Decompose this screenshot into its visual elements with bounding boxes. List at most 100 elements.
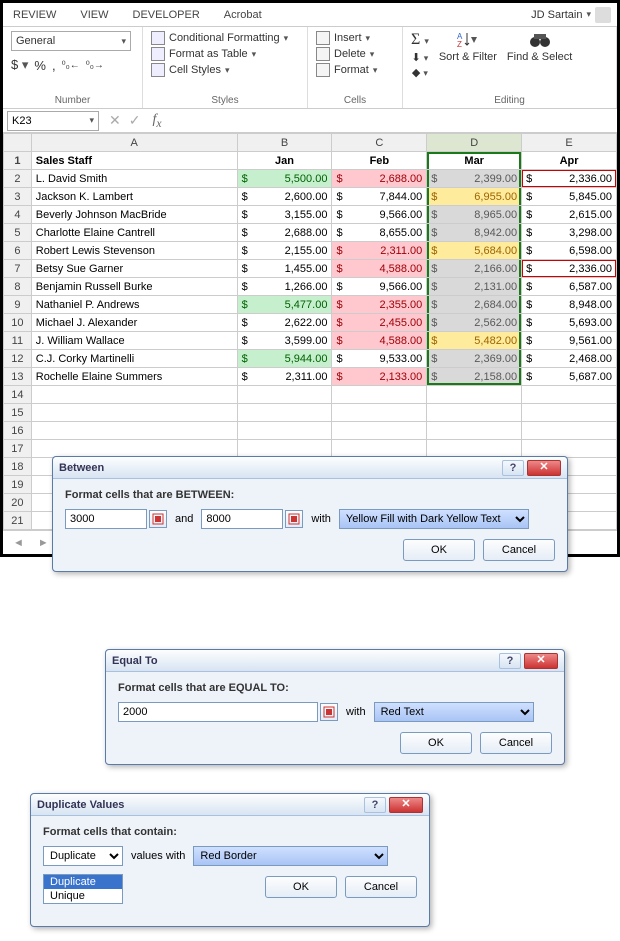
decrease-decimal-button[interactable]: ⁰₀→	[86, 60, 104, 71]
autosum-button[interactable]: Σ ▾	[411, 31, 429, 49]
ribbon-tab-review[interactable]: REVIEW	[9, 5, 60, 25]
format-dropdown[interactable]: Red Border	[193, 846, 388, 866]
ok-button[interactable]: OK	[403, 539, 475, 561]
between-upper-input[interactable]	[201, 509, 283, 529]
cell[interactable]: $2,133.00	[332, 368, 427, 386]
row-header[interactable]: 4	[4, 206, 32, 224]
find-select-button[interactable]: Find & Select	[507, 31, 572, 63]
cell[interactable]: $9,566.00	[332, 206, 427, 224]
sort-filter-button[interactable]: AZ Sort & Filter	[439, 31, 497, 63]
cell[interactable]: Charlotte Elaine Cantrell	[31, 224, 237, 242]
ribbon-tab-acrobat[interactable]: Acrobat	[220, 5, 266, 25]
cell[interactable]: Jan	[237, 152, 332, 170]
list-item[interactable]: Duplicate	[44, 875, 122, 889]
cell[interactable]: $5,693.00	[522, 314, 617, 332]
cell[interactable]: $8,965.00	[427, 206, 522, 224]
cell[interactable]: $5,944.00	[237, 350, 332, 368]
cancel-button[interactable]: Cancel	[480, 732, 552, 754]
enter-formula-icon[interactable]: ✓	[129, 112, 141, 129]
row-header[interactable]: 13	[4, 368, 32, 386]
cell[interactable]: $5,687.00	[522, 368, 617, 386]
user-menu[interactable]: JD Sartain ▾	[531, 7, 611, 23]
col-header-e[interactable]: E	[522, 134, 617, 152]
row-header[interactable]: 7	[4, 260, 32, 278]
range-picker-icon[interactable]	[149, 510, 167, 528]
cell[interactable]: $4,588.00	[332, 332, 427, 350]
cancel-formula-icon[interactable]: ✕	[109, 112, 121, 129]
cell[interactable]: C.J. Corky Martinelli	[31, 350, 237, 368]
select-all-corner[interactable]	[4, 134, 32, 152]
cell[interactable]: Sales Staff	[31, 152, 237, 170]
cell[interactable]: $3,298.00	[522, 224, 617, 242]
cell[interactable]: $6,955.00	[427, 188, 522, 206]
cell[interactable]: $2,311.00	[332, 242, 427, 260]
ribbon-tab-developer[interactable]: DEVELOPER	[129, 5, 204, 25]
cell[interactable]: $2,155.00	[237, 242, 332, 260]
clear-button[interactable]: ◆ ▾	[412, 66, 428, 79]
format-dropdown[interactable]: Red Text	[374, 702, 534, 722]
cell[interactable]: $6,587.00	[522, 278, 617, 296]
close-button[interactable]: ✕	[524, 653, 558, 669]
help-button[interactable]: ?	[364, 797, 386, 813]
row-header[interactable]: 3	[4, 188, 32, 206]
cell[interactable]: $8,948.00	[522, 296, 617, 314]
cell[interactable]: $9,533.00	[332, 350, 427, 368]
range-picker-icon[interactable]	[285, 510, 303, 528]
cell[interactable]: J. William Wallace	[31, 332, 237, 350]
cell[interactable]: $5,500.00	[237, 170, 332, 188]
row-header[interactable]: 14	[4, 386, 32, 404]
cell[interactable]: $2,455.00	[332, 314, 427, 332]
cell[interactable]: Rochelle Elaine Summers	[31, 368, 237, 386]
duplicate-type-dropdown[interactable]: Duplicate	[43, 846, 123, 866]
cell[interactable]: $9,561.00	[522, 332, 617, 350]
close-button[interactable]: ✕	[389, 797, 423, 813]
cell[interactable]: $5,845.00	[522, 188, 617, 206]
cell[interactable]: $2,355.00	[332, 296, 427, 314]
cell[interactable]: $2,336.00	[522, 260, 617, 278]
row-header[interactable]: 17	[4, 440, 32, 458]
cell[interactable]: $2,311.00	[237, 368, 332, 386]
fx-icon[interactable]: fx	[146, 112, 167, 130]
cell[interactable]: $3,599.00	[237, 332, 332, 350]
cell[interactable]: $8,942.00	[427, 224, 522, 242]
col-header-d[interactable]: D	[427, 134, 522, 152]
row-header[interactable]: 19	[4, 476, 32, 494]
conditional-formatting-button[interactable]: Conditional Formatting ▾	[151, 31, 299, 45]
sheet-nav-next[interactable]: ►	[34, 537, 53, 549]
cell[interactable]: $2,600.00	[237, 188, 332, 206]
cell[interactable]: Jackson K. Lambert	[31, 188, 237, 206]
cell[interactable]: $2,166.00	[427, 260, 522, 278]
row-header[interactable]: 12	[4, 350, 32, 368]
row-header[interactable]: 11	[4, 332, 32, 350]
row-header[interactable]: 18	[4, 458, 32, 476]
cell-styles-button[interactable]: Cell Styles ▾	[151, 63, 299, 77]
row-header[interactable]: 8	[4, 278, 32, 296]
cell[interactable]: $8,655.00	[332, 224, 427, 242]
col-header-b[interactable]: B	[237, 134, 332, 152]
cell[interactable]: $2,399.00	[427, 170, 522, 188]
row-header[interactable]: 1	[4, 152, 32, 170]
cell[interactable]: Beverly Johnson MacBride	[31, 206, 237, 224]
cell[interactable]: $5,477.00	[237, 296, 332, 314]
row-header[interactable]: 21	[4, 512, 32, 530]
close-button[interactable]: ✕	[527, 460, 561, 476]
comma-button[interactable]: ,	[52, 58, 56, 73]
number-format-dropdown[interactable]: General▾	[11, 31, 131, 51]
cell[interactable]: $2,131.00	[427, 278, 522, 296]
cell[interactable]: Mar	[427, 152, 522, 170]
cell[interactable]: $2,562.00	[427, 314, 522, 332]
cell[interactable]: $5,684.00	[427, 242, 522, 260]
help-button[interactable]: ?	[499, 653, 521, 669]
row-header[interactable]: 16	[4, 422, 32, 440]
cancel-button[interactable]: Cancel	[345, 876, 417, 898]
cell[interactable]: $2,158.00	[427, 368, 522, 386]
ok-button[interactable]: OK	[400, 732, 472, 754]
range-picker-icon[interactable]	[320, 703, 338, 721]
format-as-table-button[interactable]: Format as Table ▾	[151, 47, 299, 61]
ribbon-tab-view[interactable]: VIEW	[76, 5, 112, 25]
cell[interactable]: Betsy Sue Garner	[31, 260, 237, 278]
name-box[interactable]: K23▾	[7, 111, 99, 131]
increase-decimal-button[interactable]: ⁰₀←	[62, 60, 80, 71]
cell[interactable]: $3,155.00	[237, 206, 332, 224]
ok-button[interactable]: OK	[265, 876, 337, 898]
